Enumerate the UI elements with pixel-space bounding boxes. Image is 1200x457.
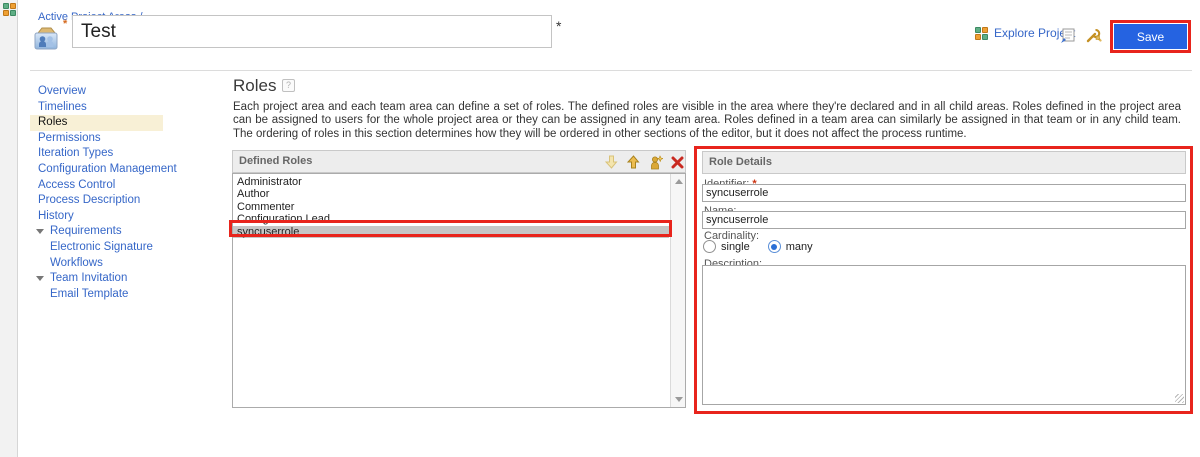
sidebar-item-electronic-signature[interactable]: Electronic Signature [30,240,163,256]
sidebar-item-history[interactable]: History [30,209,163,225]
collapse-triangle-icon[interactable] [36,229,44,234]
sidebar-item-process-description[interactable]: Process Description [30,193,163,209]
radio-many[interactable] [768,240,781,253]
radio-single-label: single [721,241,750,253]
role-details-header: Role Details [702,151,1186,174]
defined-roles-toolbar [604,152,685,172]
move-up-icon[interactable] [626,155,641,170]
sidebar-item-roles[interactable]: Roles [30,115,163,131]
radio-many-label: many [786,241,813,253]
process-source-icon[interactable] [1060,28,1075,49]
radio-single[interactable] [703,240,716,253]
project-name-input[interactable] [72,15,552,48]
add-role-icon[interactable] [648,155,663,170]
role-list-item[interactable]: Configuration Lead [233,213,669,225]
name-required-asterisk: * [556,18,561,34]
defined-roles-list: Administrator Author Commenter Configura… [232,173,686,408]
jazz-admin-icon[interactable] [3,3,16,16]
project-area-icon [32,24,60,57]
sidebar: Overview Timelines Roles Permissions Ite… [30,84,230,302]
roles-description: Each project area and each team area can… [233,101,1181,141]
project-area-editor: Active Project Areas / * * Explore Proje… [0,0,1200,457]
customize-tools-icon[interactable] [1086,28,1102,49]
page-title: Roles [233,76,276,96]
help-icon[interactable]: ? [282,79,295,92]
sidebar-item-email-template[interactable]: Email Template [30,287,163,303]
scroll-up-icon[interactable] [673,176,684,187]
role-list-item[interactable]: Administrator [233,176,669,188]
cardinality-radio-group: single many [703,240,831,253]
sidebar-item-access-control[interactable]: Access Control [30,178,163,194]
role-list-item[interactable]: Author [233,188,669,200]
identifier-input[interactable] [702,184,1186,202]
move-down-icon[interactable] [604,155,619,170]
collapse-triangle-icon[interactable] [36,276,44,281]
role-list-item[interactable]: Commenter [233,201,669,213]
explore-project-icon [975,27,988,40]
sidebar-item-iteration-types[interactable]: Iteration Types [30,146,163,162]
resize-handle-icon[interactable] [1175,394,1184,403]
roles-list-scrollbar[interactable] [670,174,685,407]
sidebar-item-team-invitation[interactable]: Team Invitation [30,271,163,287]
left-rail [0,0,18,457]
role-name-input[interactable] [702,211,1186,229]
role-list-item-selected[interactable]: syncuserrole [233,226,669,238]
header-divider [30,70,1192,71]
description-textarea[interactable] [702,265,1186,405]
sidebar-item-requirements[interactable]: Requirements [30,224,163,240]
sidebar-item-configuration-management[interactable]: Configuration Management [30,162,163,178]
sidebar-item-timelines[interactable]: Timelines [30,100,163,116]
sidebar-item-workflows[interactable]: Workflows [30,256,163,272]
sidebar-item-permissions[interactable]: Permissions [30,131,163,147]
sidebar-item-overview[interactable]: Overview [30,84,163,100]
unsaved-indicator: * [63,18,67,30]
delete-role-icon[interactable] [670,155,685,170]
save-button[interactable]: Save [1114,24,1187,49]
scroll-down-icon[interactable] [673,394,684,405]
